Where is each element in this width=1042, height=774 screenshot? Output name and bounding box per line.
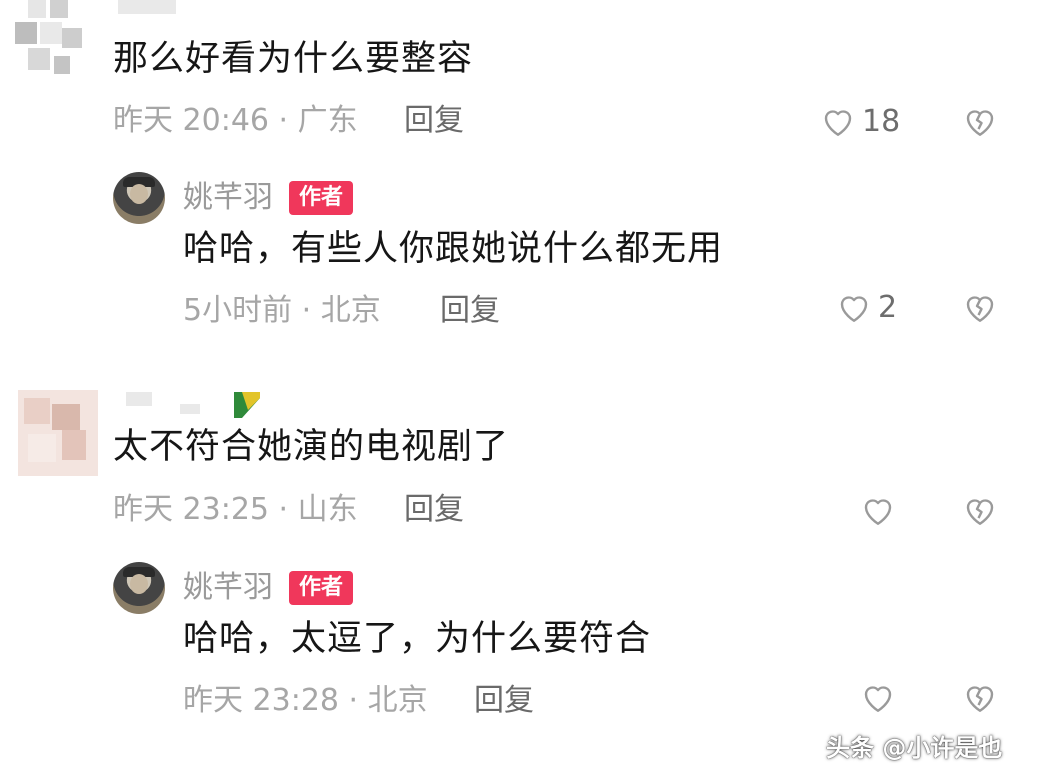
author-badge: 作者 [289, 181, 354, 215]
comment-text: 那么好看为什么要整容 [113, 39, 474, 79]
author-badge: 作者 [289, 571, 354, 605]
reply-time: 5小时前 · [183, 293, 312, 328]
dislike-button[interactable] [962, 493, 998, 529]
reply-time: 昨天 23:28 · [183, 683, 359, 718]
user-level-icon [232, 390, 262, 420]
like-button[interactable]: 2 [836, 290, 897, 326]
broken-heart-icon [962, 290, 998, 326]
reply-text: 哈哈，太逗了，为什么要符合 [183, 619, 652, 659]
reply-text: 哈哈，有些人你跟她说什么都无用 [183, 229, 724, 269]
reply-meta: 5小时前 · 北京 [183, 296, 381, 326]
like-button[interactable]: 18 [820, 104, 900, 140]
reply-button[interactable]: 回复 [404, 106, 464, 136]
reply-header: 姚芊羽 作者 [183, 571, 354, 605]
avatar[interactable] [18, 390, 98, 476]
reply-header: 姚芊羽 作者 [183, 181, 354, 215]
heart-outline-icon [820, 104, 856, 140]
reply-location: 北京 [320, 293, 381, 328]
comment-text: 太不符合她演的电视剧了 [113, 427, 510, 467]
like-count: 18 [862, 104, 901, 139]
username-blurred [126, 392, 152, 406]
broken-heart-icon [962, 680, 998, 716]
like-button[interactable] [860, 493, 896, 529]
comment-location: 山东 [297, 492, 358, 527]
reply-location: 北京 [367, 683, 428, 718]
reply-author[interactable]: 姚芊羽 [183, 573, 273, 603]
heart-outline-icon [860, 680, 896, 716]
watermark: 头条 @小许是也 [826, 734, 1003, 762]
reply-button[interactable]: 回复 [440, 296, 500, 326]
username-blurred [118, 0, 176, 14]
reply-author[interactable]: 姚芊羽 [183, 183, 273, 213]
avatar[interactable] [10, 0, 90, 88]
heart-outline-icon [860, 493, 896, 529]
dislike-button[interactable] [962, 290, 998, 326]
reply-button[interactable]: 回复 [474, 686, 534, 716]
broken-heart-icon [962, 493, 998, 529]
reply-meta: 昨天 23:28 · 北京 [183, 686, 428, 716]
heart-outline-icon [836, 290, 872, 326]
author-avatar[interactable] [113, 172, 165, 224]
dislike-button[interactable] [962, 680, 998, 716]
broken-heart-icon [962, 104, 998, 140]
comment-time: 昨天 23:25 · [113, 492, 289, 527]
comment-location: 广东 [297, 103, 358, 138]
comment-meta: 昨天 23:25 · 山东 [113, 495, 358, 525]
reply-button[interactable]: 回复 [404, 495, 464, 525]
author-avatar[interactable] [113, 562, 165, 614]
like-button[interactable] [860, 680, 896, 716]
comment-meta: 昨天 20:46 · 广东 [113, 106, 358, 136]
username-blurred [180, 404, 200, 414]
dislike-button[interactable] [962, 104, 998, 140]
like-count: 2 [878, 290, 898, 325]
comment-time: 昨天 20:46 · [113, 103, 289, 138]
